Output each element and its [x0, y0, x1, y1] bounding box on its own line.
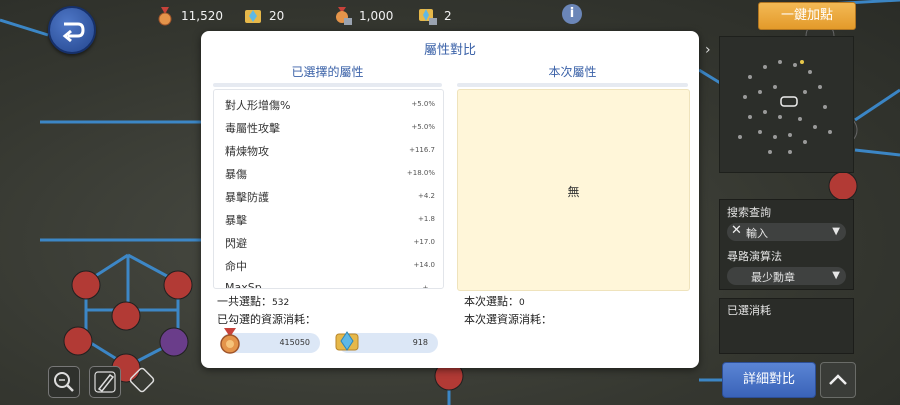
cost-medal-value: 415050: [279, 338, 310, 347]
detail-compare-button[interactable]: 詳細對比: [722, 362, 816, 398]
list-item: MaxSp +...: [214, 278, 443, 289]
magnifier-icon: [54, 372, 74, 392]
total-points: 一共選點：532: [217, 293, 289, 309]
list-item: 暴傷 +18.0%: [214, 163, 443, 185]
selected-cost-label: 已勾選的資源消耗：: [217, 313, 316, 326]
back-button[interactable]: [48, 6, 96, 54]
total-points-label: 一共選點：: [217, 295, 272, 308]
dialog-title: 屬性對比: [423, 43, 476, 58]
clear-icon[interactable]: ✕: [731, 223, 742, 238]
spent-label: 已選消耗: [727, 304, 771, 317]
this-points-value: 0: [519, 298, 525, 308]
dropdown-arrow-icon: ▼: [832, 270, 840, 281]
crystal-box-icon: [335, 331, 359, 351]
attr-name: 閃避: [225, 237, 247, 250]
attr-value: +5.0%: [411, 100, 435, 108]
list-item: 毒屬性攻擊 +5.0%: [214, 117, 443, 139]
medal-icon: [158, 7, 172, 26]
attr-value: +17.0: [413, 238, 435, 246]
empty-state-text: 無: [567, 185, 580, 199]
attr-name: 命中: [225, 260, 247, 273]
locked-crystal-icon: [419, 9, 437, 25]
pathfinding-select[interactable]: 最少勳章 ▼: [727, 267, 846, 285]
resource-medal-value: 11,520: [181, 9, 223, 23]
locked-medal-icon: [336, 7, 352, 25]
list-item: 精煉物攻 +116.7: [214, 140, 443, 162]
info-button[interactable]: i: [562, 4, 582, 24]
attr-value: +5.0%: [411, 123, 435, 131]
minimap-nodes: [738, 60, 832, 154]
attr-name: 對人形增傷%: [225, 99, 291, 112]
reset-icon: [129, 367, 155, 393]
resource-crystal: 20: [243, 4, 284, 28]
search-placeholder: 輸入: [746, 227, 768, 240]
chevron-right-icon[interactable]: ›: [705, 42, 711, 58]
list-item: 閃避 +17.0: [214, 232, 443, 254]
attr-value: +116.7: [409, 146, 435, 154]
spent-panel: 已選消耗: [719, 298, 854, 354]
search-panel: 搜索查詢 ✕ 輸入 ▼ 尋路演算法 最少勳章 ▼: [719, 199, 854, 290]
reset-button[interactable]: [128, 366, 158, 396]
attr-value: +18.0%: [406, 169, 435, 177]
attr-name: MaxSp: [225, 281, 262, 289]
attribute-compare-dialog: 屬性對比 已選擇的屬性 本次屬性 對人形增傷% +5.0% 毒屬性攻擊 +5.0…: [201, 31, 699, 368]
this-points: 本次選點：0: [464, 293, 525, 309]
total-points-value: 532: [272, 298, 290, 308]
attr-name: 暴傷: [225, 168, 247, 181]
resource-locked-crystal: 2: [418, 4, 452, 28]
dropdown-arrow-icon: ▼: [832, 226, 840, 237]
list-item: 暴擊防護 +4.2: [214, 186, 443, 208]
list-item: 對人形增傷% +5.0%: [214, 94, 443, 116]
attr-name: 毒屬性攻擊: [225, 122, 280, 135]
attr-value: +14.0: [413, 261, 435, 269]
back-arrow-icon: [62, 22, 85, 43]
search-input[interactable]: ✕ 輸入 ▼: [727, 223, 846, 241]
minimap[interactable]: [719, 36, 854, 173]
attr-name: 精煉物攻: [225, 145, 269, 158]
attr-value: +4.2: [418, 192, 435, 200]
pathfinding-label: 尋路演算法: [727, 250, 782, 263]
auto-add-points-button[interactable]: 一鍵加點: [758, 2, 856, 30]
info-icon: i: [569, 6, 575, 21]
resource-locked-medal: 1,000: [333, 4, 393, 28]
edit-button[interactable]: [89, 366, 121, 398]
attr-name: 暴擊防護: [225, 191, 269, 204]
this-points-label: 本次選點：: [464, 295, 519, 308]
current-title-divider: [457, 83, 688, 87]
resource-locked-crystal-value: 2: [444, 9, 452, 23]
collapse-button[interactable]: [820, 362, 856, 398]
crystal-box-icon: [245, 10, 261, 23]
current-attributes-panel: 無: [457, 89, 690, 291]
selected-title-divider: [213, 83, 442, 87]
attr-value: +...: [422, 284, 435, 289]
medal-icon: [220, 328, 240, 354]
chevron-up-icon: [829, 374, 847, 385]
list-item: 暴擊 +1.8: [214, 209, 443, 231]
selected-attributes-title: 已選擇的屬性: [291, 65, 364, 79]
selected-attributes-list[interactable]: 對人形增傷% +5.0% 毒屬性攻擊 +5.0% 精煉物攻 +116.7 暴傷 …: [213, 89, 444, 289]
attr-value: +1.8: [418, 215, 435, 223]
search-label: 搜索查詢: [727, 206, 771, 219]
resource-crystal-value: 20: [269, 9, 285, 23]
this-cost-label: 本次選資源消耗：: [464, 313, 552, 326]
list-item: 命中 +14.0: [214, 255, 443, 277]
pathfinding-value: 最少勳章: [751, 271, 795, 284]
attr-name: 暴擊: [225, 214, 247, 227]
current-attributes-title: 本次屬性: [548, 65, 597, 79]
pencil-icon: [94, 371, 116, 393]
zoom-button[interactable]: [48, 366, 80, 398]
resource-locked-medal-value: 1,000: [359, 9, 394, 23]
cost-crystal-value: 918: [412, 338, 428, 347]
resource-medal: 11,520: [155, 4, 223, 28]
